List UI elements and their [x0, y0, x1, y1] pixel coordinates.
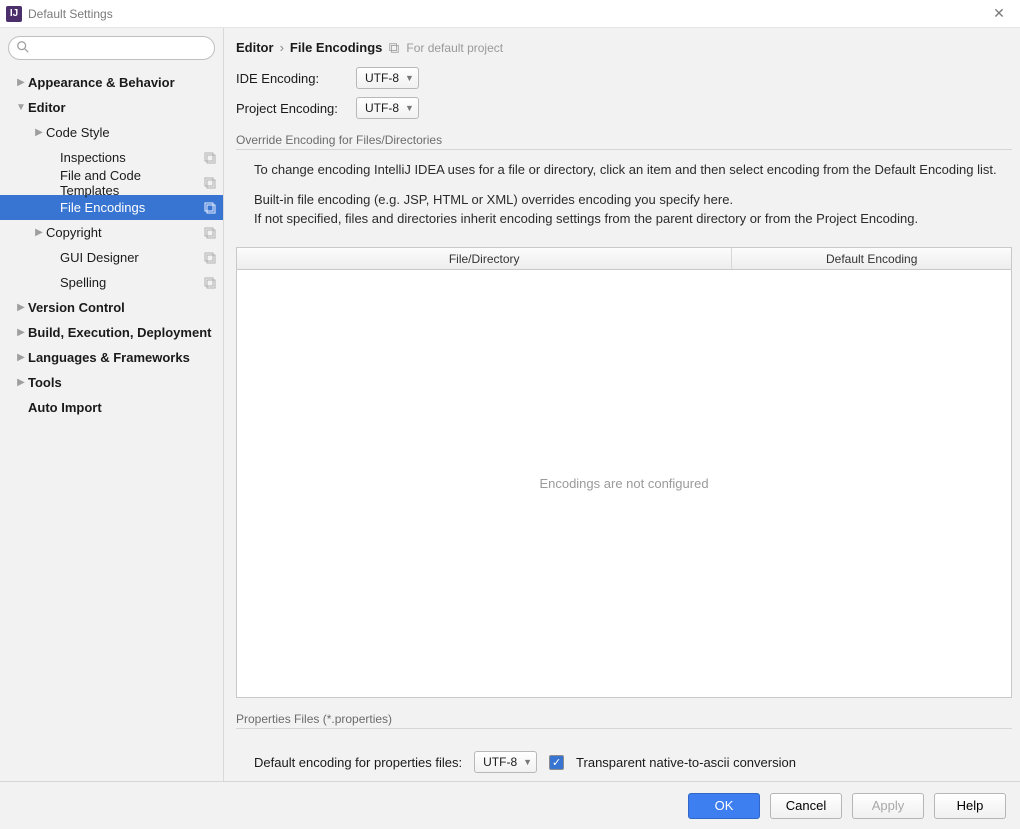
override-p1: To change encoding IntelliJ IDEA uses fo… — [254, 160, 1012, 180]
breadcrumb-subtitle: For default project — [406, 41, 503, 55]
tree-item-code-style[interactable]: ▶Code Style — [0, 120, 223, 145]
sidebar: ▶Appearance & Behavior ▼Editor ▶Code Sty… — [0, 28, 224, 781]
project-scope-icon — [203, 276, 217, 290]
search-icon — [16, 40, 30, 54]
close-icon[interactable]: ✕ — [984, 5, 1014, 22]
project-encoding-label: Project Encoding: — [236, 101, 356, 116]
chevron-right-icon: ▶ — [32, 227, 46, 238]
chevron-right-icon: ▶ — [14, 377, 28, 388]
project-scope-icon — [203, 201, 217, 215]
project-scope-icon — [388, 42, 400, 54]
tree-item-auto-import[interactable]: ▶Auto Import — [0, 395, 223, 420]
col-default-encoding[interactable]: Default Encoding — [732, 248, 1011, 269]
ok-button[interactable]: OK — [688, 793, 760, 819]
help-button[interactable]: Help — [934, 793, 1006, 819]
window-title: Default Settings — [28, 7, 984, 21]
properties-encoding-combo[interactable]: UTF-8 ▼ — [474, 751, 537, 773]
dialog-footer: OK Cancel Apply Help — [0, 781, 1020, 829]
breadcrumb-separator: › — [280, 40, 284, 55]
chevron-down-icon: ▼ — [14, 102, 28, 113]
breadcrumb: Editor › File Encodings For default proj… — [236, 40, 1012, 55]
apply-button: Apply — [852, 793, 924, 819]
tree-item-gui-designer[interactable]: ▶GUI Designer — [0, 245, 223, 270]
transparent-label: Transparent native-to-ascii conversion — [576, 755, 796, 770]
ide-encoding-value: UTF-8 — [365, 71, 399, 85]
encoding-table-empty: Encodings are not configured — [539, 476, 708, 491]
project-encoding-combo[interactable]: UTF-8 ▼ — [356, 97, 419, 119]
tree-item-tools[interactable]: ▶Tools — [0, 370, 223, 395]
tree-item-spelling[interactable]: ▶Spelling — [0, 270, 223, 295]
breadcrumb-leaf: File Encodings — [290, 40, 382, 55]
project-scope-icon — [203, 226, 217, 240]
ide-encoding-label: IDE Encoding: — [236, 71, 356, 86]
tree-item-copyright[interactable]: ▶Copyright — [0, 220, 223, 245]
tree-item-file-encodings[interactable]: ▶File Encodings — [0, 195, 223, 220]
col-file-directory[interactable]: File/Directory — [237, 248, 732, 269]
encoding-table-header: File/Directory Default Encoding — [237, 248, 1011, 270]
chevron-down-icon: ▼ — [523, 757, 532, 767]
app-icon: IJ — [6, 6, 22, 22]
tree-item-languages[interactable]: ▶Languages & Frameworks — [0, 345, 223, 370]
search-field[interactable] — [8, 36, 215, 60]
override-p2a: Built-in file encoding (e.g. JSP, HTML o… — [254, 192, 733, 207]
override-p2b: If not specified, files and directories … — [254, 211, 918, 226]
tree-item-version-control[interactable]: ▶Version Control — [0, 295, 223, 320]
properties-group-title: Properties Files (*.properties) — [236, 712, 1012, 729]
chevron-right-icon: ▶ — [14, 352, 28, 363]
settings-tree: ▶Appearance & Behavior ▼Editor ▶Code Sty… — [0, 68, 223, 781]
breadcrumb-root: Editor — [236, 40, 274, 55]
tree-item-appearance[interactable]: ▶Appearance & Behavior — [0, 70, 223, 95]
tree-item-file-templates[interactable]: ▶File and Code Templates — [0, 170, 223, 195]
override-group-title: Override Encoding for Files/Directories — [236, 133, 1012, 150]
tree-item-build[interactable]: ▶Build, Execution, Deployment — [0, 320, 223, 345]
encoding-table[interactable]: File/Directory Default Encoding Encoding… — [236, 247, 1012, 699]
ide-encoding-combo[interactable]: UTF-8 ▼ — [356, 67, 419, 89]
content-panel: Editor › File Encodings For default proj… — [224, 28, 1020, 781]
chevron-right-icon: ▶ — [14, 327, 28, 338]
ide-encoding-row: IDE Encoding: UTF-8 ▼ — [236, 67, 1012, 89]
titlebar: IJ Default Settings ✕ — [0, 0, 1020, 28]
cancel-button[interactable]: Cancel — [770, 793, 842, 819]
project-encoding-value: UTF-8 — [365, 101, 399, 115]
encoding-table-body: Encodings are not configured — [237, 270, 1011, 698]
project-scope-icon — [203, 151, 217, 165]
tree-item-inspections[interactable]: ▶Inspections — [0, 145, 223, 170]
chevron-right-icon: ▶ — [14, 302, 28, 313]
search-input[interactable] — [8, 36, 215, 60]
chevron-down-icon: ▼ — [405, 103, 414, 113]
properties-encoding-value: UTF-8 — [483, 755, 517, 769]
override-description: To change encoding IntelliJ IDEA uses fo… — [236, 160, 1012, 239]
chevron-right-icon: ▶ — [32, 127, 46, 138]
project-encoding-row: Project Encoding: UTF-8 ▼ — [236, 97, 1012, 119]
project-scope-icon — [203, 176, 217, 190]
properties-row: Default encoding for properties files: U… — [236, 751, 1012, 773]
chevron-right-icon: ▶ — [14, 77, 28, 88]
project-scope-icon — [203, 251, 217, 265]
tree-item-editor[interactable]: ▼Editor — [0, 95, 223, 120]
chevron-down-icon: ▼ — [405, 73, 414, 83]
properties-default-label: Default encoding for properties files: — [254, 755, 462, 770]
transparent-checkbox[interactable]: ✓ — [549, 755, 564, 770]
